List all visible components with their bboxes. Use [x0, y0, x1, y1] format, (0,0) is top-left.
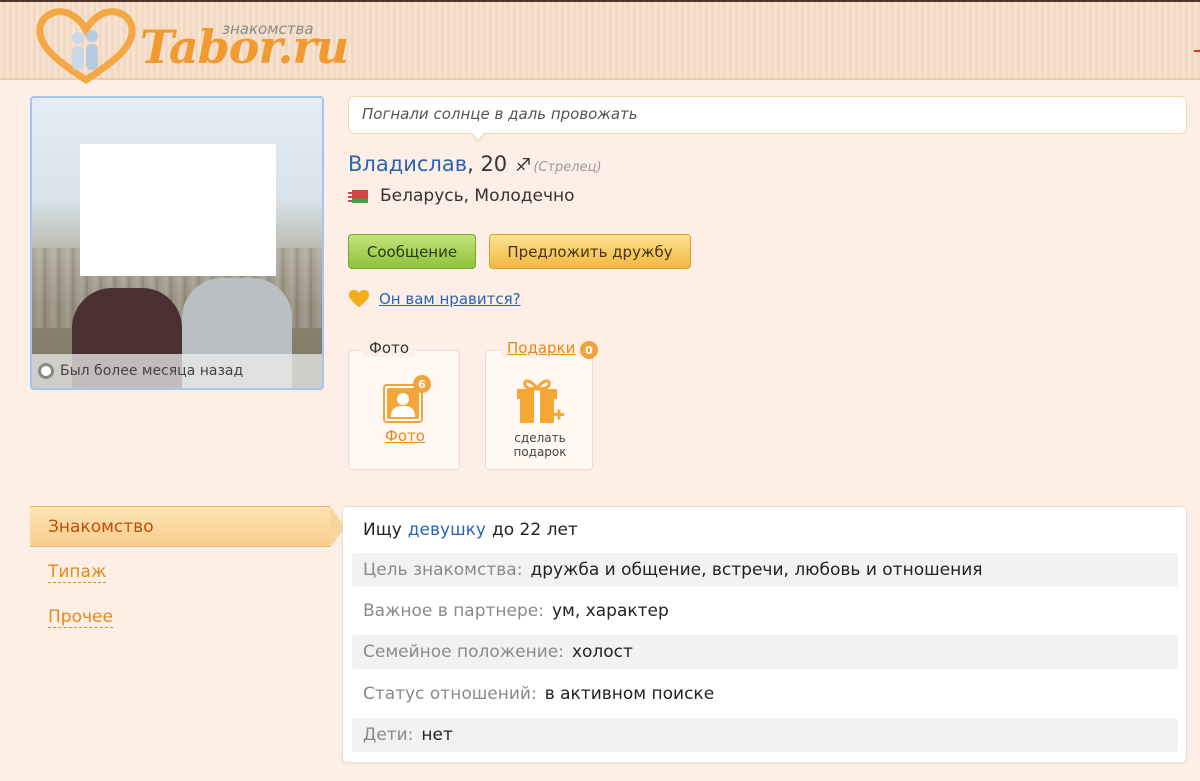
dating-details-card: Ищу девушку до 22 лет Цель знакомства: д… [342, 506, 1187, 763]
like-row: Он вам нравится? [348, 288, 521, 310]
tab-dating[interactable]: Знакомство [30, 506, 330, 547]
detail-row-relationship: Статус отношений: в активном поиске [352, 677, 1178, 711]
detail-label: Статус отношений: [363, 684, 537, 704]
online-status-bar: Был более месяца назад [32, 354, 322, 388]
location-row: Беларусь, Молодечно [348, 186, 575, 206]
make-gift-line2: подарок [513, 445, 567, 459]
profile-photo[interactable]: Был более месяца назад [30, 96, 324, 390]
detail-row-children: Дети: нет [352, 718, 1178, 752]
like-question-link[interactable]: Он вам нравится? [379, 290, 521, 308]
user-age: , 20 [467, 152, 508, 176]
photos-box-title: Фото [363, 339, 416, 357]
detail-row-goal: Цель знакомства: дружба и общение, встре… [352, 553, 1178, 587]
tab-other[interactable]: Прочее [48, 607, 113, 628]
zodiac-sign: (Стрелец) [533, 160, 602, 175]
name-row: Владислав , 20 ♐ (Стрелец) [348, 152, 602, 176]
detail-label: Цель знакомства: [363, 560, 523, 580]
bubble-tail-inner [471, 132, 485, 140]
user-name: Владислав [348, 152, 468, 176]
send-message-button[interactable]: Сообщение [348, 234, 476, 269]
tab-type[interactable]: Типаж [48, 562, 107, 583]
detail-value: холост [571, 642, 633, 662]
belarus-flag-icon [348, 189, 368, 203]
seeking-row: Ищу девушку до 22 лет [352, 513, 1178, 547]
photos-box: Фото 6 Фото [348, 339, 461, 470]
logo-heart-icon[interactable] [36, 8, 136, 84]
photo-count-badge: 6 [413, 375, 431, 393]
detail-value: нет [421, 725, 453, 745]
detail-label: Семейное положение: [363, 642, 564, 662]
detail-value: дружба и общение, встречи, любовь и отно… [530, 560, 983, 580]
gifts-count-badge: 0 [580, 341, 598, 359]
offline-status-icon [38, 363, 54, 379]
detail-label: Важное в партнере: [363, 601, 544, 621]
seeking-target: девушку [407, 520, 486, 540]
gift-icon[interactable] [513, 373, 565, 425]
detail-value: в активном поиске [544, 684, 715, 704]
status-message: Погнали солнце в даль провожать [348, 96, 1187, 134]
photos-link[interactable]: Фото [349, 427, 461, 445]
photo-redaction-mask [80, 144, 276, 276]
last-seen-text: Был более месяца назад [60, 363, 244, 379]
detail-row-marital: Семейное положение: холост [352, 635, 1178, 669]
gifts-box: Подарки 0 сделать подарок [485, 339, 602, 470]
make-gift-line1: сделать [514, 431, 566, 445]
detail-value: ум, характер [551, 601, 669, 621]
heart-icon[interactable] [348, 288, 370, 310]
seeking-suffix: до 22 лет [491, 520, 578, 540]
sagittarius-icon: ♐ [515, 155, 532, 176]
header-edge-marker [1194, 32, 1200, 52]
logo-subtitle: знакомства [222, 20, 314, 38]
offer-friendship-button[interactable]: Предложить дружбу [489, 234, 691, 269]
detail-row-important: Важное в партнере: ум, характер [352, 594, 1178, 628]
location-text: Беларусь, Молодечно [380, 186, 575, 206]
make-gift-text[interactable]: сделать подарок [486, 431, 594, 459]
seeking-prefix: Ищу [363, 520, 402, 540]
site-header: Tabor.ru знакомства [0, 0, 1200, 84]
detail-label: Дети: [363, 725, 414, 745]
